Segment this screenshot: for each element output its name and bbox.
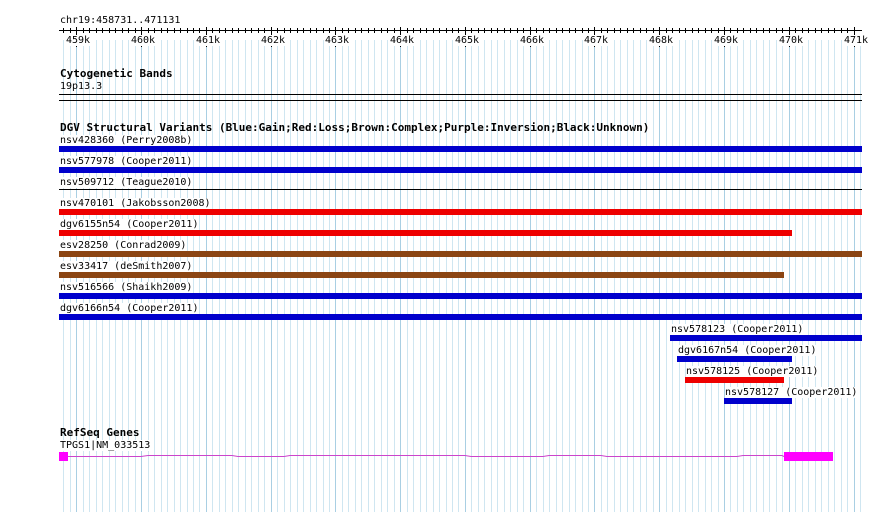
ruler-tick-label: 459k xyxy=(64,35,92,46)
variant-label[interactable]: nsv578123 (Cooper2011) xyxy=(671,324,804,335)
ruler-tick-label: 460k xyxy=(129,35,157,46)
variant-bar[interactable] xyxy=(59,272,784,278)
ruler-tick-label: 471k xyxy=(842,35,870,46)
variant-bar[interactable] xyxy=(670,335,862,341)
ruler-tick-label: 470k xyxy=(777,35,805,46)
gene-intron-line xyxy=(59,455,785,457)
variant-bar[interactable] xyxy=(59,230,792,236)
variant-label[interactable]: dgv6166n54 (Cooper2011) xyxy=(60,303,199,314)
gene-exon xyxy=(59,452,68,461)
variant-label[interactable]: dgv6167n54 (Cooper2011) xyxy=(678,345,817,356)
variant-label[interactable]: nsv470101 (Jakobsson2008) xyxy=(60,198,211,209)
cytoband-label: 19p13.3 xyxy=(60,81,103,92)
variant-bar[interactable] xyxy=(59,189,862,190)
ruler-tick-label: 466k xyxy=(518,35,546,46)
variant-label[interactable]: nsv428360 (Perry2008b) xyxy=(60,135,193,146)
variant-label[interactable]: nsv509712 (Teague2010) xyxy=(60,177,193,188)
ruler-tick-label: 464k xyxy=(388,35,416,46)
ruler-tick-label: 462k xyxy=(259,35,287,46)
refseq-track-title: RefSeq Genes xyxy=(60,426,140,439)
variant-bar[interactable] xyxy=(59,314,862,320)
ruler-tick-label: 461k xyxy=(194,35,222,46)
variant-bar[interactable] xyxy=(59,146,862,152)
ruler-tick-label: 469k xyxy=(712,35,740,46)
variant-bar[interactable] xyxy=(724,398,792,404)
variant-label[interactable]: nsv578127 (Cooper2011) xyxy=(725,387,858,398)
dgv-track-title: DGV Structural Variants (Blue:Gain;Red:L… xyxy=(60,121,650,134)
variant-bar[interactable] xyxy=(677,356,792,362)
cytoband-track-title: Cytogenetic Bands xyxy=(60,67,173,80)
variant-bar[interactable] xyxy=(59,167,862,173)
variant-label[interactable]: esv28250 (Conrad2009) xyxy=(60,240,187,251)
ruler-tick-label: 467k xyxy=(582,35,610,46)
ruler-tick-label: 463k xyxy=(323,35,351,46)
cytoband-line-top xyxy=(59,94,862,95)
variant-bar[interactable] xyxy=(59,251,862,257)
gene-exon xyxy=(784,452,833,461)
variant-bar[interactable] xyxy=(685,377,784,383)
ruler-tick-label: 468k xyxy=(647,35,675,46)
variant-label[interactable]: nsv516566 (Shaikh2009) xyxy=(60,282,193,293)
ruler-tick-label: 465k xyxy=(453,35,481,46)
cytoband-line-bottom xyxy=(59,100,862,101)
variant-bar[interactable] xyxy=(59,209,862,215)
variant-label[interactable]: dgv6155n54 (Cooper2011) xyxy=(60,219,199,230)
gene-model[interactable] xyxy=(0,446,890,466)
variant-label[interactable]: nsv577978 (Cooper2011) xyxy=(60,156,193,167)
variant-label[interactable]: nsv578125 (Cooper2011) xyxy=(686,366,819,377)
variant-label[interactable]: esv33417 (deSmith2007) xyxy=(60,261,193,272)
variant-bar[interactable] xyxy=(59,293,862,299)
ruler[interactable]: 459k 460k 461k 462k 463k 464k 465k 466k 467k 468k… xyxy=(0,0,890,50)
